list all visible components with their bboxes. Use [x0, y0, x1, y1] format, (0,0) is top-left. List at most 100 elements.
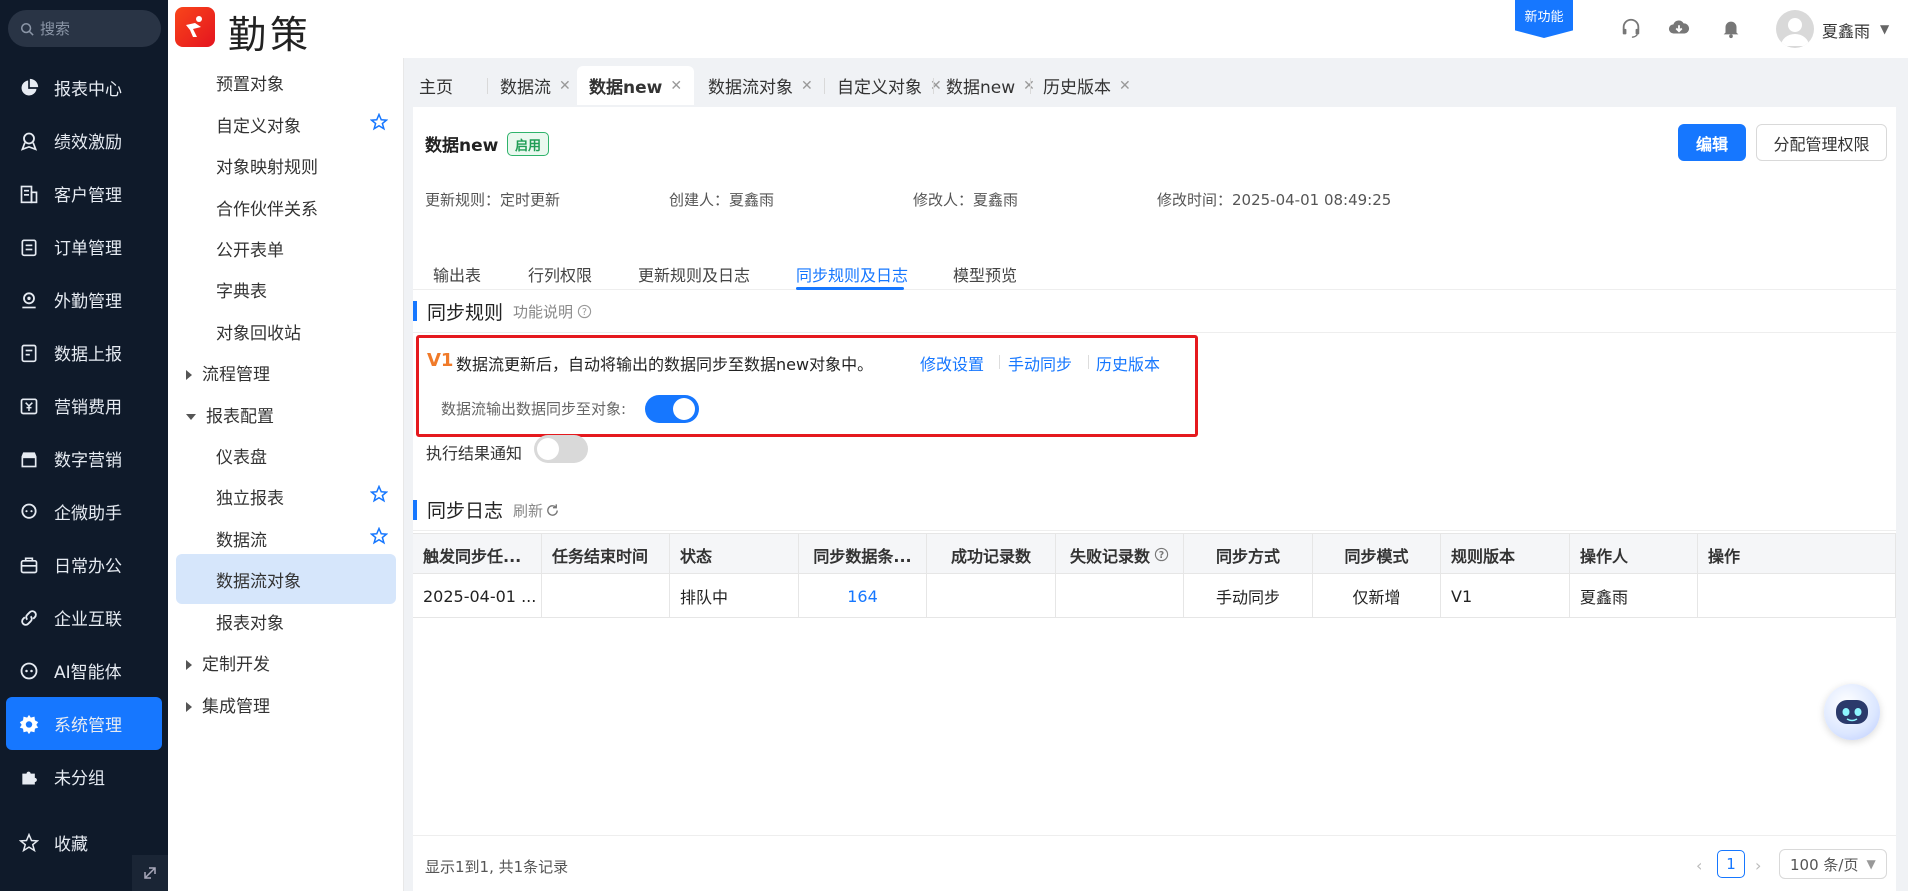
- tab-3[interactable]: 数据流对象 ✕: [696, 66, 825, 105]
- table-cell: 排队中: [670, 574, 799, 618]
- close-icon[interactable]: ✕: [801, 78, 813, 94]
- column-header[interactable]: 操作: [1698, 534, 1896, 575]
- sidebar-item-10[interactable]: 独立报表: [216, 484, 284, 509]
- edit-button[interactable]: 编辑: [1678, 124, 1746, 161]
- manual-sync-link[interactable]: 手动同步: [1008, 351, 1072, 375]
- nav-item-3[interactable]: 订单管理: [0, 220, 168, 273]
- search-placeholder: 搜索: [40, 20, 71, 38]
- column-header[interactable]: 操作人: [1570, 534, 1698, 575]
- user-avatar[interactable]: [1776, 10, 1814, 48]
- sync-output-toggle[interactable]: [645, 395, 699, 423]
- page-size-select[interactable]: 100 条/页 ▼: [1779, 849, 1887, 879]
- sidebar-item-2[interactable]: 对象映射规则: [216, 153, 318, 178]
- subtab-update-rule-log[interactable]: 更新规则及日志: [638, 262, 750, 286]
- cloud-download-icon[interactable]: [1668, 17, 1690, 39]
- sidebar-item-label: 对象映射规则: [216, 158, 318, 178]
- assign-permission-button[interactable]: 分配管理权限: [1756, 124, 1887, 161]
- tab-1[interactable]: 数据流 ✕: [488, 66, 583, 105]
- sidebar-item-13[interactable]: 报表对象: [216, 609, 284, 634]
- new-feature-badge[interactable]: 新功能: [1515, 0, 1573, 38]
- table-footer: 显示1到1, 共1条记录 ‹ 1 › 100 条/页 ▼: [413, 835, 1896, 891]
- nav-item-12[interactable]: 系统管理: [6, 697, 162, 750]
- brand-logo[interactable]: [175, 7, 215, 47]
- headset-icon[interactable]: [1620, 17, 1642, 39]
- sidebar-item-12[interactable]: 数据流对象: [216, 567, 301, 592]
- sidebar-item-8[interactable]: 报表配置: [186, 402, 274, 427]
- nav-item-6[interactable]: 营销费用: [0, 379, 168, 432]
- nav-item-0[interactable]: 报表中心: [0, 61, 168, 114]
- collapse-nav-button[interactable]: [132, 855, 168, 891]
- tab-0[interactable]: 主页: [407, 66, 465, 105]
- meta-creator: 创建人：夏鑫雨: [669, 191, 775, 209]
- close-icon[interactable]: ✕: [670, 78, 682, 94]
- current-page[interactable]: 1: [1717, 850, 1745, 878]
- modify-settings-link[interactable]: 修改设置: [920, 351, 984, 375]
- sidebar-item-1[interactable]: 自定义对象: [216, 112, 301, 137]
- search-input[interactable]: 搜索: [8, 10, 161, 47]
- table-cell[interactable]: 164: [799, 574, 927, 618]
- star-icon[interactable]: [369, 112, 389, 131]
- refresh-label: 刷新: [513, 502, 544, 520]
- nav-item-2[interactable]: 客户管理: [0, 167, 168, 220]
- chevron-down-icon[interactable]: ▼: [1880, 22, 1889, 36]
- link-icon: [18, 607, 40, 629]
- tab-6[interactable]: 历史版本 ✕: [1031, 66, 1143, 105]
- column-header[interactable]: 触发同步任...: [413, 534, 542, 575]
- nav-item-label: 数据上报: [54, 345, 122, 365]
- nav-item-4[interactable]: 外勤管理: [0, 273, 168, 326]
- next-page-icon[interactable]: ›: [1755, 856, 1761, 875]
- tab-label: 数据new: [946, 78, 1016, 98]
- column-header[interactable]: 失败记录数?: [1056, 534, 1184, 575]
- nav-item-9[interactable]: 日常办公: [0, 538, 168, 591]
- subtab-output-table[interactable]: 输出表: [433, 262, 481, 286]
- tab-2[interactable]: 数据new ✕: [577, 66, 695, 105]
- feature-help-link[interactable]: 功能说明 ?: [513, 301, 592, 322]
- nav-item-5[interactable]: 数据上报: [0, 326, 168, 379]
- sidebar-item-6[interactable]: 对象回收站: [216, 319, 301, 344]
- star-icon[interactable]: [369, 484, 389, 503]
- nav-item-7[interactable]: 数字营销: [0, 432, 168, 485]
- sidebar-item-4[interactable]: 公开表单: [216, 236, 284, 261]
- table-row[interactable]: 2025-04-01 ... 排队中 164 手动同步 仅新增 V1 夏鑫雨: [413, 574, 1896, 618]
- tab-label: 数据new: [589, 78, 663, 98]
- star-icon[interactable]: [369, 526, 389, 545]
- sidebar-item-5[interactable]: 字典表: [216, 277, 267, 302]
- nav-item-11[interactable]: AI智能体: [0, 644, 168, 697]
- close-icon[interactable]: ✕: [1119, 78, 1131, 94]
- bell-icon[interactable]: [1720, 17, 1742, 39]
- notify-toggle[interactable]: [534, 435, 588, 463]
- subtab-sync-rule-log[interactable]: 同步规则及日志: [796, 262, 908, 286]
- column-header[interactable]: 状态: [670, 534, 799, 575]
- column-header[interactable]: 同步方式: [1184, 534, 1313, 575]
- nav-item-10[interactable]: 企业互联: [0, 591, 168, 644]
- close-icon[interactable]: ✕: [559, 78, 571, 94]
- chevron-down-icon: ▼: [1866, 857, 1876, 871]
- nav-item-1[interactable]: 绩效激励: [0, 114, 168, 167]
- sidebar-item-0[interactable]: 预置对象: [216, 70, 284, 95]
- rule-version: V1: [427, 350, 454, 371]
- nav-item-13[interactable]: 未分组: [0, 750, 168, 803]
- sidebar-item-9[interactable]: 仪表盘: [216, 443, 267, 468]
- sidebar-item-3[interactable]: 合作伙伴关系: [216, 195, 318, 220]
- column-header[interactable]: 规则版本: [1441, 534, 1570, 575]
- column-header[interactable]: 同步数据条...: [799, 534, 927, 575]
- sidebar-group-label: 报表配置: [206, 407, 274, 427]
- sidebar-item-15[interactable]: 集成管理: [186, 692, 270, 717]
- ai-assistant-button[interactable]: [1824, 684, 1880, 740]
- sidebar-item-14[interactable]: 定制开发: [186, 650, 270, 675]
- user-name[interactable]: 夏鑫雨: [1822, 18, 1870, 42]
- table-cell: 仅新增: [1313, 574, 1441, 618]
- column-header[interactable]: 任务结束时间: [542, 534, 670, 575]
- column-header-label: 操作人: [1580, 546, 1629, 566]
- column-header[interactable]: 同步模式: [1313, 534, 1441, 575]
- prev-page-icon[interactable]: ‹: [1696, 856, 1702, 875]
- active-subtab-indicator: [796, 287, 904, 290]
- subtab-row-column-permission[interactable]: 行列权限: [528, 262, 592, 286]
- sidebar-item-7[interactable]: 流程管理: [186, 360, 270, 385]
- nav-item-8[interactable]: 企微助手: [0, 485, 168, 538]
- column-header[interactable]: 成功记录数: [927, 534, 1056, 575]
- history-version-link[interactable]: 历史版本: [1096, 351, 1160, 375]
- subtab-model-preview[interactable]: 模型预览: [953, 262, 1017, 286]
- refresh-button[interactable]: 刷新: [513, 500, 560, 521]
- sidebar-item-11[interactable]: 数据流: [216, 526, 267, 551]
